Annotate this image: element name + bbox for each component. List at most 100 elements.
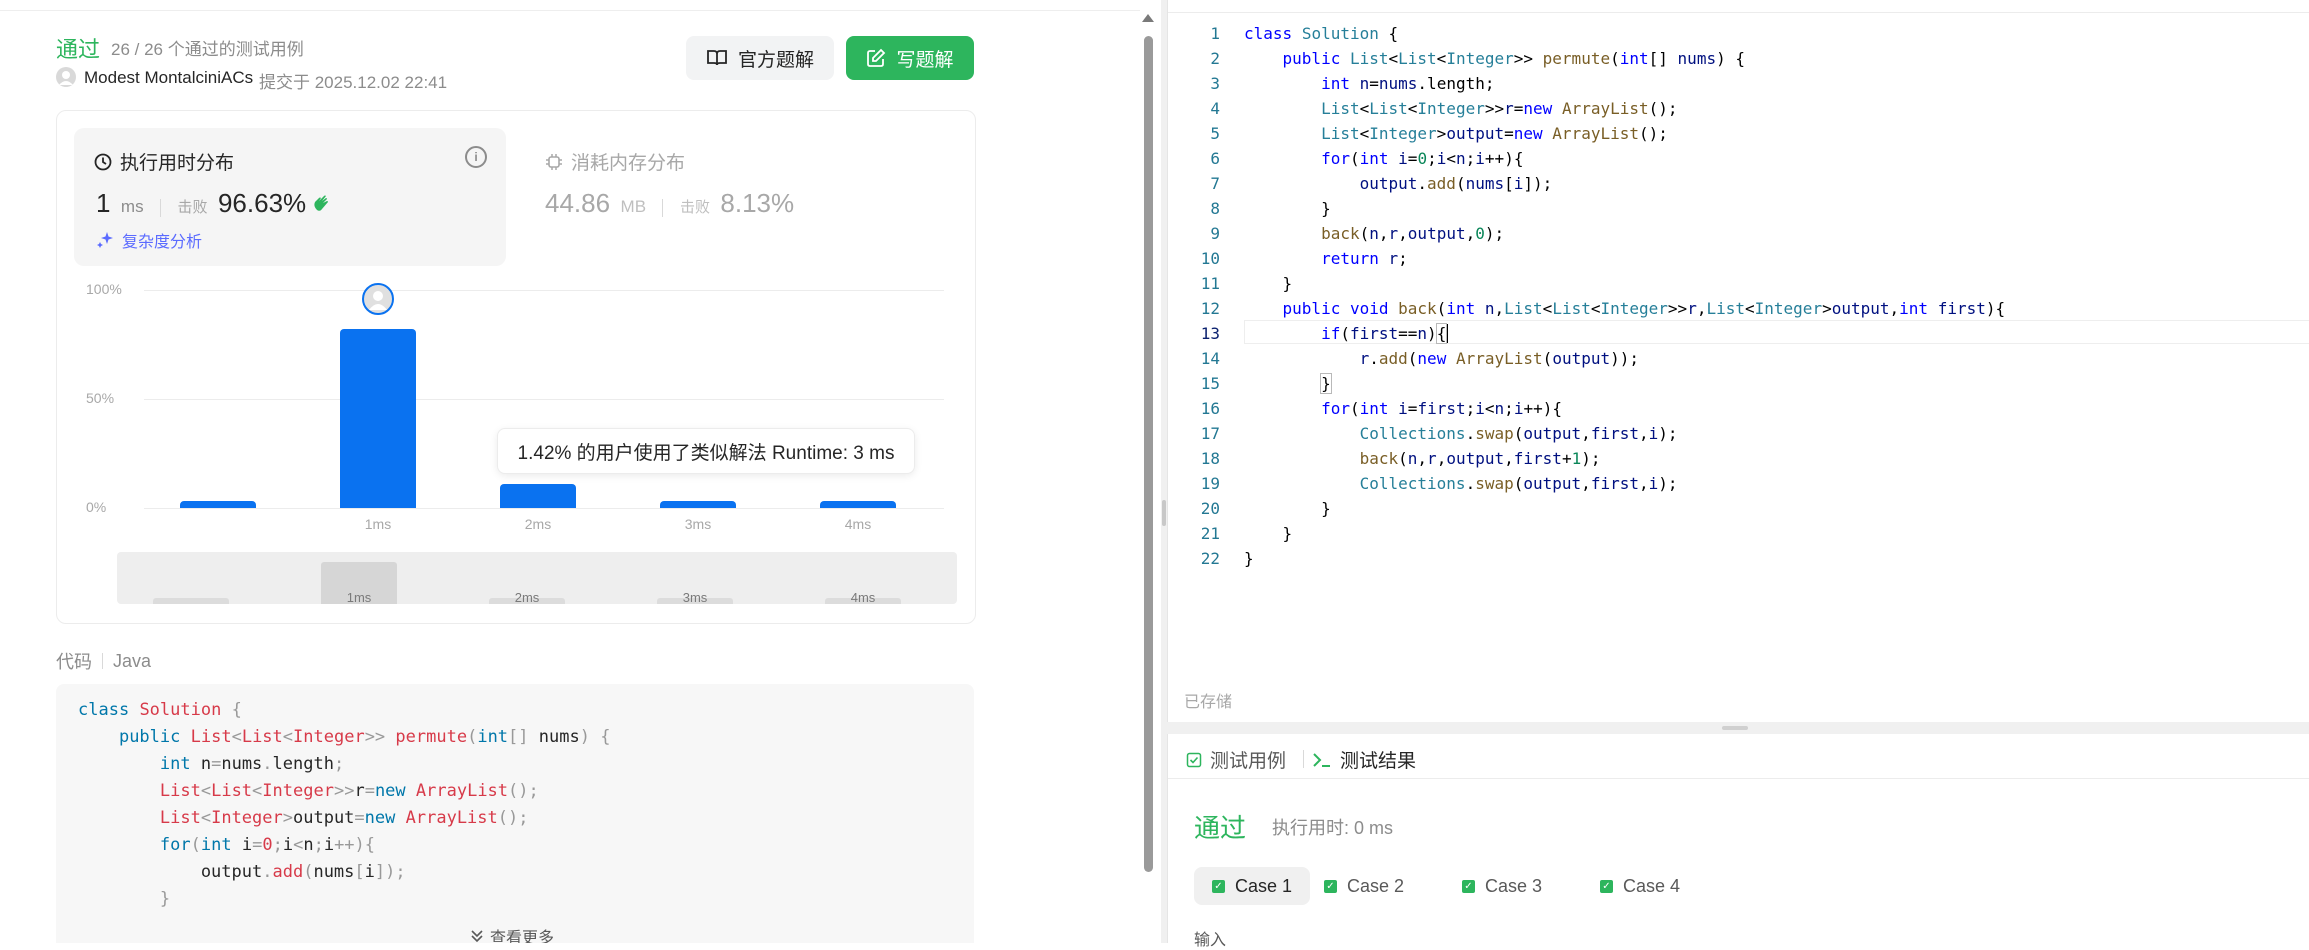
tab-results-label: 测试结果 xyxy=(1340,751,1417,772)
editor-code-line[interactable]: } xyxy=(1244,549,1254,568)
line-number: 20 xyxy=(1200,499,1220,518)
line-number: 15 xyxy=(1200,374,1220,393)
editor-code-line[interactable]: } xyxy=(1244,373,1332,394)
case-tab-2[interactable]: ✓ Case 2 xyxy=(1306,867,1422,905)
chart-bar-1ms[interactable] xyxy=(340,329,416,508)
official-solution-label: 官方题解 xyxy=(737,49,814,71)
y-tick-label: 100% xyxy=(86,281,122,297)
chart-bar-0ms[interactable] xyxy=(180,501,256,508)
code-line: output.add(nums[i]); xyxy=(78,862,406,882)
memory-beat: 8.13% xyxy=(720,188,795,218)
chart-gridline xyxy=(144,290,944,291)
chart-bar-2ms[interactable] xyxy=(500,484,576,508)
code-line: class Solution { xyxy=(78,700,242,720)
range-tick-label: 4ms xyxy=(850,590,876,605)
case-tab-3[interactable]: ✓ Case 3 xyxy=(1444,867,1560,905)
separator xyxy=(160,198,162,217)
scroll-up-arrow[interactable] xyxy=(1142,14,1154,22)
show-more-button[interactable]: 查看更多 xyxy=(470,924,554,943)
clap-icon xyxy=(313,195,328,211)
editor-code-line[interactable]: for(int i=0;i<n;i++){ xyxy=(1244,149,1523,168)
testcase-count: 26 / 26 个通过的测试用例 xyxy=(111,40,304,59)
complexity-analysis-link[interactable]: 复杂度分析 xyxy=(96,228,202,252)
line-number: 1 xyxy=(1210,24,1220,43)
code-editor[interactable]: 1 2 3 4 5 6 7 8 9 10 11 12 13 14 15 16 17 18 19 20 21 22 clas… xyxy=(1167,0,2309,722)
editor-code-line[interactable]: Collections.swap(output,first,i); xyxy=(1244,424,1678,443)
line-number: 12 xyxy=(1200,299,1220,318)
code-line: List<List<Integer>>r=new ArrayList(); xyxy=(159,781,539,801)
editor-code-line[interactable]: List<List<Integer>>r=new ArrayList(); xyxy=(1244,99,1677,118)
editor-code-line[interactable]: Collections.swap(output,first,i); xyxy=(1244,474,1678,493)
editor-code-line[interactable]: } xyxy=(1244,499,1331,518)
editor-code-line[interactable]: if(first==n){ xyxy=(1244,323,1449,344)
line-number: 5 xyxy=(1210,124,1220,143)
official-solution-button[interactable]: 官方题解 xyxy=(686,36,834,80)
write-solution-label: 写题解 xyxy=(896,49,954,71)
submitted-time: 提交于 2025.12.02 22:41 xyxy=(259,73,448,92)
case-label: Case 4 xyxy=(1623,875,1681,896)
result-runtime: 执行用时: 0 ms xyxy=(1272,818,1394,838)
editor-code-line[interactable]: back(n,r,output,0); xyxy=(1244,224,1504,243)
editor-code-line[interactable]: public void back(int n,List<List<Integer… xyxy=(1244,299,2006,318)
range-tick-label: 2ms xyxy=(514,590,540,605)
user-name[interactable]: Modest MontalciniACs xyxy=(84,68,253,88)
chart-bar-3ms[interactable] xyxy=(660,501,736,508)
editor-code-line[interactable]: for(int i=first;i<n;i++){ xyxy=(1244,399,1562,418)
scrollbar-thumb[interactable] xyxy=(1144,36,1153,872)
my-submission-avatar xyxy=(362,283,394,316)
range-tick-label: 3ms xyxy=(682,590,708,605)
input-label: 输入 xyxy=(1194,932,1227,949)
code-line: List<Integer>output=new ArrayList(); xyxy=(159,808,529,828)
editor-code-line[interactable]: } xyxy=(1244,524,1293,543)
book-icon xyxy=(707,50,727,66)
editor-code-line[interactable]: List<Integer>output=new ArrayList(); xyxy=(1244,124,1668,143)
range-bar[interactable] xyxy=(153,598,229,604)
line-number: 6 xyxy=(1210,149,1220,168)
line-number: 18 xyxy=(1200,449,1220,468)
runtime-beat: 96.63% xyxy=(217,188,307,218)
line-number: 22 xyxy=(1200,549,1220,568)
editor-code-line[interactable]: r.add(new ArrayList(output)); xyxy=(1244,349,1639,368)
line-number: 21 xyxy=(1200,524,1220,543)
memory-tab[interactable]: 消耗内存分布 xyxy=(545,148,685,175)
case-tab-4[interactable]: ✓ Case 4 xyxy=(1582,867,1698,905)
info-icon[interactable]: i xyxy=(465,146,487,168)
editor-code-line[interactable]: public List<List<Integer>> permute(int[]… xyxy=(1244,49,1745,68)
avatar[interactable] xyxy=(56,67,76,87)
range-selector-bars[interactable]: 1ms 2ms 3ms 4ms xyxy=(117,552,957,605)
chart-tooltip: 1.42% 的用户使用了类似解法 Runtime: 3 ms xyxy=(497,428,915,474)
line-number: 16 xyxy=(1200,399,1220,418)
memory-value: 44.86 MB 击败 8.13% xyxy=(545,188,794,219)
editor-code-line[interactable]: back(n,r,output,first+1); xyxy=(1244,449,1601,468)
case-label: Case 2 xyxy=(1347,875,1405,896)
runtime-value: 1 ms 击败 96.63% xyxy=(96,188,333,219)
chart-bar-4ms[interactable] xyxy=(820,501,896,508)
code-line: public List<List<Integer>> permute(int[]… xyxy=(118,727,611,747)
divider-handle[interactable] xyxy=(1722,726,1748,730)
line-number: 7 xyxy=(1210,174,1220,193)
runtime-title[interactable]: 执行用时分布 xyxy=(94,148,234,175)
editor-code-line[interactable]: } xyxy=(1244,274,1293,293)
code-line: int n=nums.length; xyxy=(159,754,345,774)
editor-code-line[interactable]: output.add(nums[i]); xyxy=(1244,174,1553,193)
write-solution-button[interactable]: 写题解 xyxy=(846,36,974,80)
line-number: 14 xyxy=(1200,349,1220,368)
chevron-double-down-icon xyxy=(471,930,483,943)
editor-code-line[interactable]: class Solution { xyxy=(1244,24,1398,43)
case-tab-1[interactable]: ✓ Case 1 xyxy=(1194,867,1311,905)
divider-handle[interactable] xyxy=(1162,500,1166,526)
tab-test-results[interactable]: 测试结果 xyxy=(1312,746,1416,773)
line-number: 10 xyxy=(1200,249,1220,268)
editor-code-line[interactable]: } xyxy=(1244,199,1331,218)
edit-icon xyxy=(867,48,886,67)
runtime-beat-label: 击败 xyxy=(177,199,208,216)
tab-testcases[interactable]: 测试用例 xyxy=(1186,746,1286,773)
case-label: Case 1 xyxy=(1235,875,1293,896)
submission-detail-panel: 通过 26 / 26 个通过的测试用例 Modest MontalciniACs… xyxy=(0,0,1140,943)
check-icon: ✓ xyxy=(1324,879,1337,893)
x-tick-label: 4ms xyxy=(844,516,872,532)
show-more-label: 查看更多 xyxy=(490,930,555,943)
editor-code-line[interactable]: int n=nums.length; xyxy=(1244,74,1494,93)
chip-icon xyxy=(546,153,562,170)
editor-code-line[interactable]: return r; xyxy=(1244,249,1408,268)
